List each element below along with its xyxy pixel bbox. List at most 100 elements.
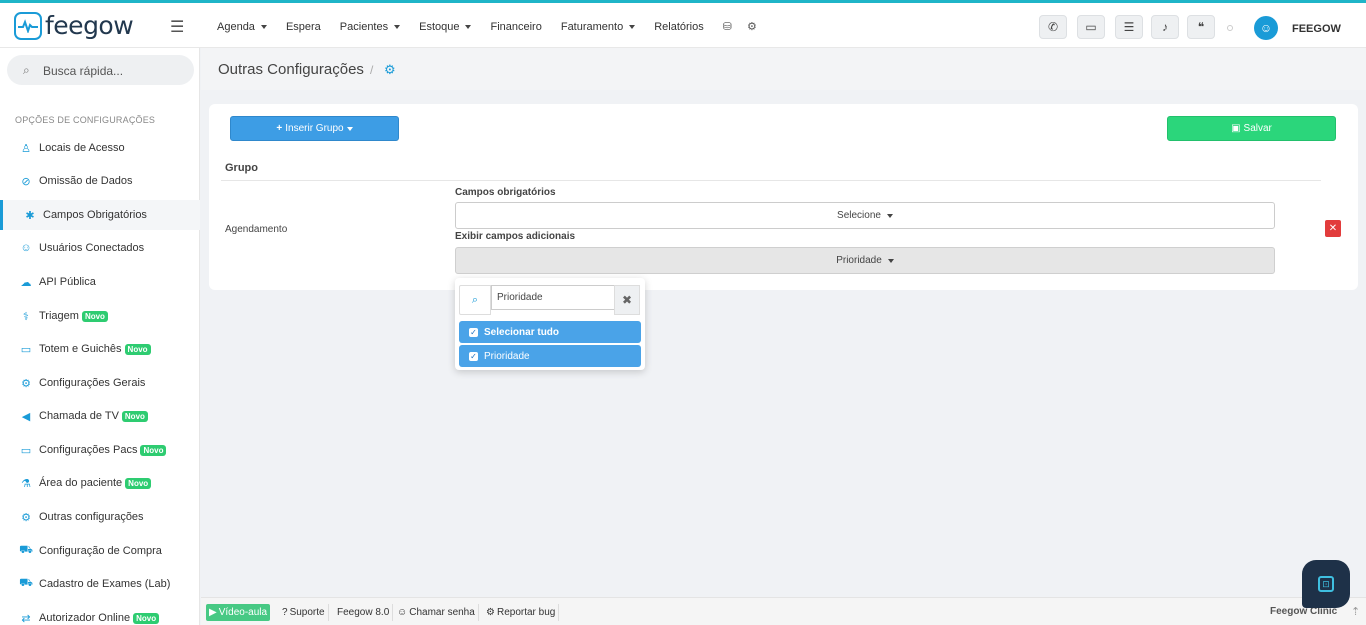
call-ticket-button[interactable]: ☺ Chamar senha: [394, 604, 479, 621]
sidebar-item-triagem[interactable]: ⚕ Triagem Novo: [0, 301, 200, 331]
new-badge: Novo: [81, 310, 108, 322]
sidebar-item-label: Triagem: [39, 310, 79, 322]
bell-icon[interactable]: ♪: [1151, 15, 1179, 39]
select-all-option[interactable]: ✓ Selecionar tudo: [459, 321, 641, 343]
page-title: Outras Configurações: [218, 61, 364, 78]
eye-slash-icon: ⊘: [21, 175, 31, 188]
menu-toggle-icon[interactable]: ☰: [170, 17, 184, 37]
report-bug-button[interactable]: ⚙ Reportar bug: [483, 604, 560, 621]
tower-icon: ♙: [21, 142, 31, 155]
new-badge: Novo: [121, 410, 148, 422]
laptop-icon: ▭: [20, 343, 32, 356]
nav-espera[interactable]: Espera: [286, 21, 321, 33]
sidebar-item-omiss-o-de-dados[interactable]: ⊘ Omissão de Dados: [0, 166, 200, 196]
required-fields-select[interactable]: Selecione: [455, 202, 1275, 229]
nav-faturamento[interactable]: Faturamento: [561, 21, 636, 33]
phone-icon[interactable]: ✆: [1039, 15, 1067, 39]
search-icon: ⌕: [459, 285, 491, 315]
caret-down-icon: [886, 213, 893, 218]
top-bar: feegow ☰ Agenda Espera Pacientes Estoque…: [0, 3, 1366, 48]
plus-icon: +: [276, 123, 283, 134]
new-badge: Novo: [124, 343, 151, 355]
sidebar-item-outras-configura-es[interactable]: ⚙ Outras configurações: [0, 502, 200, 532]
caret-down-icon: [394, 24, 401, 29]
caret-down-icon: [260, 24, 267, 29]
breadcrumb-separator: /: [370, 63, 374, 77]
new-badge: Novo: [125, 477, 152, 489]
required-fields-label: Campos obrigatórios: [455, 187, 556, 198]
new-badge: Novo: [140, 444, 167, 456]
sidebar-item-locais-de-acesso[interactable]: ♙ Locais de Acesso: [0, 133, 200, 163]
logo-text: feegow: [45, 11, 134, 40]
tasks-icon[interactable]: ☰: [1115, 15, 1143, 39]
config-panel: + Inserir Grupo ▣ Salvar Grupo Agendamen…: [209, 104, 1358, 290]
support-button[interactable]: ? Suporte: [279, 604, 329, 621]
sidebar-item--rea-do-paciente[interactable]: ⚗ Área do paciente Novo: [0, 468, 200, 498]
divider: [221, 180, 1321, 181]
database-icon[interactable]: ⛁: [723, 20, 732, 33]
caret-down-icon: [629, 24, 636, 29]
cart-icon: ⛟: [19, 577, 33, 589]
question-icon: ?: [282, 607, 288, 618]
video-lesson-button[interactable]: ▶ Vídeo-aula: [206, 604, 271, 621]
option-prioridade[interactable]: ✓ Prioridade: [459, 345, 641, 367]
sidebar-item-configura-es-pacs[interactable]: ▭ Configurações Pacs Novo: [0, 435, 200, 465]
quick-search-input[interactable]: ⌕ Busca rápida...: [7, 55, 194, 85]
sidebar-item-label: Autorizador Online: [39, 612, 131, 624]
group-column-header: Grupo: [225, 162, 258, 174]
cogs-icon: ⚙: [384, 62, 396, 77]
sidebar-item-configura-o-de-compra[interactable]: ⛟ Configuração de Compra: [0, 536, 200, 566]
sidebar-item-autorizador-online[interactable]: ⇄ Autorizador Online Novo: [0, 603, 200, 625]
floating-chat-button[interactable]: ⊡: [1302, 560, 1350, 608]
sidebar-item-label: Área do paciente: [39, 477, 123, 489]
sidebar-item-totem-e-guich-s[interactable]: ▭ Totem e Guichês Novo: [0, 334, 200, 364]
logo-mark-icon: [14, 11, 42, 40]
extra-fields-select[interactable]: Prioridade: [455, 247, 1275, 274]
checkbox-checked-icon: ✓: [469, 327, 478, 337]
save-button[interactable]: ▣ Salvar: [1167, 116, 1336, 141]
sidebar-item-label: Configurações Gerais: [39, 377, 146, 389]
nav-agenda[interactable]: Agenda: [217, 21, 267, 33]
clear-search-button[interactable]: ✖: [614, 285, 640, 315]
arrow-up-icon[interactable]: ⇡: [1351, 605, 1360, 618]
cogs-icon: ⚙: [21, 377, 31, 390]
flask-icon: ⚗: [21, 477, 31, 490]
avatar[interactable]: ☺: [1254, 16, 1278, 40]
users-icon: ☺: [397, 607, 408, 618]
sidebar-item-campos-obrigat-rios[interactable]: ✱ Campos Obrigatórios: [0, 200, 200, 230]
gear-icon[interactable]: ⚙: [747, 20, 757, 33]
screen-icon: ⊡: [1318, 576, 1334, 592]
sidebar-item-label: API Pública: [39, 276, 96, 288]
logo[interactable]: feegow: [14, 11, 134, 40]
delete-row-button[interactable]: ✕: [1325, 220, 1341, 237]
nav-pacientes[interactable]: Pacientes: [340, 21, 401, 33]
insert-group-button[interactable]: + Inserir Grupo: [230, 116, 399, 141]
page-header: Outras Configurações / ⚙: [201, 48, 1366, 90]
new-badge: Novo: [133, 612, 160, 624]
sidebar-item-label: Configurações Pacs: [39, 444, 138, 456]
dropdown-search-input[interactable]: [491, 285, 615, 310]
sidebar-item-chamada-de-tv[interactable]: ◀ Chamada de TV Novo: [0, 401, 200, 431]
user-name[interactable]: FEEGOW: [1292, 23, 1341, 35]
nav-estoque[interactable]: Estoque: [419, 21, 472, 33]
nav-financeiro[interactable]: Financeiro: [490, 21, 541, 33]
sidebar-item-label: Omissão de Dados: [39, 175, 133, 187]
sidebar-item-configura-es-gerais[interactable]: ⚙ Configurações Gerais: [0, 368, 200, 398]
sidebar-item-cadastro-de-exames-lab[interactable]: ⛟ Cadastro de Exames (Lab): [0, 569, 200, 599]
inbox-icon[interactable]: ▭: [1077, 15, 1105, 39]
sidebar-section-title: OPÇÕES DE CONFIGURAÇÕES: [15, 115, 156, 125]
sidebar-item-label: Campos Obrigatórios: [43, 209, 147, 221]
multiselect-dropdown: ⌕ ✖ ✓ Selecionar tudo ✓ Prioridade: [455, 278, 645, 370]
sidebar-item-label: Configuração de Compra: [39, 545, 162, 557]
extra-fields-label: Exibir campos adicionais: [455, 231, 576, 242]
nav-relatorios[interactable]: Relatórios: [654, 21, 704, 33]
sidebar-item-label: Cadastro de Exames (Lab): [39, 578, 171, 590]
video-icon: ▶: [209, 607, 217, 618]
cloud-icon: ☁: [20, 276, 32, 289]
laptop-icon: ▭: [20, 444, 32, 457]
sidebar-item-usu-rios-conectados[interactable]: ☺ Usuários Conectados: [0, 233, 200, 263]
asterisk-icon: ✱: [25, 209, 35, 222]
main-nav: Agenda Espera Pacientes Estoque Financei…: [217, 20, 772, 34]
chat-icon[interactable]: ❝: [1187, 15, 1215, 39]
sidebar-item-api-p-blica[interactable]: ☁ API Pública: [0, 267, 200, 297]
